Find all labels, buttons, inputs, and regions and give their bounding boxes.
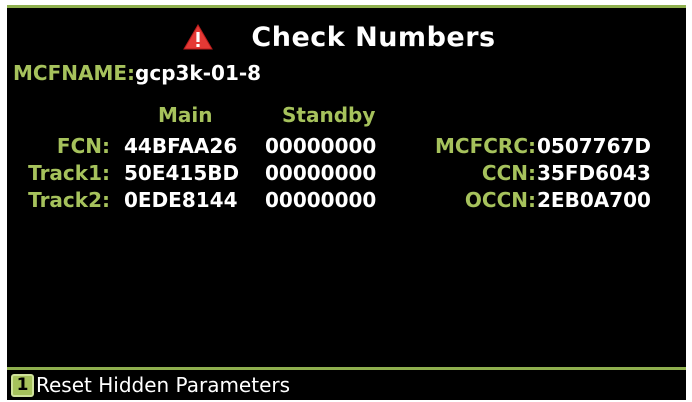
column-header-standby: Standby: [282, 103, 376, 127]
softkey-bar: 1 Reset Hidden Parameters: [7, 367, 686, 400]
fcn-main-value: 44BFAA26: [124, 134, 238, 158]
mcfname-value: gcp3k-01-8: [135, 61, 262, 85]
title-bar: Check Numbers: [7, 17, 686, 57]
track2-label: Track2:: [28, 188, 110, 212]
mcfcrc-label: MCFCRC:: [435, 134, 536, 158]
fcn-label: FCN:: [56, 134, 110, 158]
track1-standby-value: 00000000: [265, 161, 377, 185]
reset-hidden-parameters-label[interactable]: Reset Hidden Parameters: [36, 373, 290, 397]
occn-label: OCCN:: [464, 188, 536, 212]
check-numbers-screen: Check Numbers MCFNAME:gcp3k-01-8 Main St…: [7, 5, 686, 400]
mcfname-row: MCFNAME:gcp3k-01-8: [13, 61, 261, 85]
track2-main-value: 0EDE8144: [124, 188, 238, 212]
track1-main-value: 50E415BD: [124, 161, 240, 185]
page-title: Check Numbers: [251, 21, 496, 53]
mcfname-label: MCFNAME:: [13, 61, 136, 85]
occn-value: 2EB0A700: [537, 188, 651, 212]
softkey-1-button[interactable]: 1: [11, 373, 34, 397]
warning-icon: [183, 23, 214, 51]
ccn-value: 35FD6043: [537, 161, 651, 185]
track1-label: Track1:: [28, 161, 110, 185]
track2-standby-value: 00000000: [265, 188, 377, 212]
fcn-standby-value: 00000000: [265, 134, 377, 158]
ccn-label: CCN:: [481, 161, 536, 185]
column-header-main: Main: [158, 103, 213, 127]
mcfcrc-value: 0507767D: [537, 134, 652, 158]
